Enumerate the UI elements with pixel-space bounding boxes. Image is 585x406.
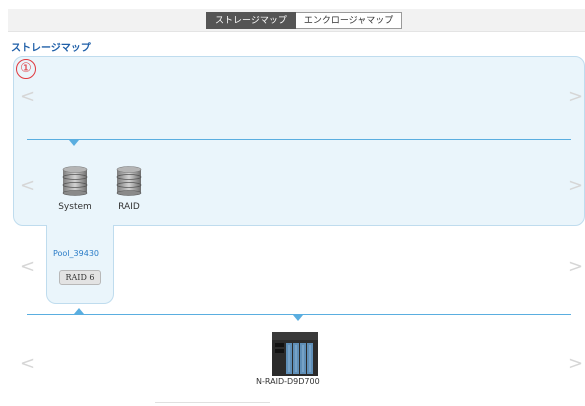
pool-card-connector	[47, 223, 113, 227]
scroll-left-arrow-icon[interactable]: <	[20, 355, 35, 373]
map-tabs: ストレージマップ エンクロージャマップ	[206, 12, 403, 29]
scroll-left-arrow-icon[interactable]: <	[20, 258, 35, 276]
tab-enclosure-map[interactable]: エンクロージャマップ	[295, 12, 403, 29]
connector-line	[27, 139, 571, 140]
callout-number-badge: ①	[16, 59, 36, 79]
pool-name-link[interactable]: Pool_39430	[53, 249, 99, 258]
scroll-right-arrow-icon[interactable]: >	[568, 355, 583, 373]
enclosure-label: N-RAID-D9D700	[256, 377, 320, 386]
raid-level-badge[interactable]: RAID 6	[59, 270, 101, 285]
disk-item-raid[interactable]: RAID	[110, 166, 148, 212]
nas-enclosure-icon	[272, 332, 318, 376]
disk-stack-icon	[62, 166, 88, 196]
tab-storage-map[interactable]: ストレージマップ	[206, 12, 296, 29]
divider	[155, 402, 270, 403]
disk-label: RAID	[118, 202, 140, 212]
connector-pointer-up	[74, 308, 84, 314]
connector-pointer-down	[69, 140, 79, 146]
connector-pointer-down	[293, 315, 303, 321]
scroll-right-arrow-icon[interactable]: >	[568, 177, 583, 195]
disk-label: System	[58, 202, 92, 212]
pool-card[interactable]	[46, 225, 114, 304]
scroll-right-arrow-icon[interactable]: >	[568, 88, 583, 106]
disk-stack-icon	[116, 166, 142, 196]
disk-item-system[interactable]: System	[56, 166, 94, 212]
enclosure-item[interactable]	[272, 332, 318, 379]
scroll-left-arrow-icon[interactable]: <	[20, 88, 35, 106]
selection-highlight	[13, 56, 585, 226]
scroll-right-arrow-icon[interactable]: >	[568, 258, 583, 276]
section-title: ストレージマップ	[11, 43, 91, 54]
scroll-left-arrow-icon[interactable]: <	[20, 177, 35, 195]
